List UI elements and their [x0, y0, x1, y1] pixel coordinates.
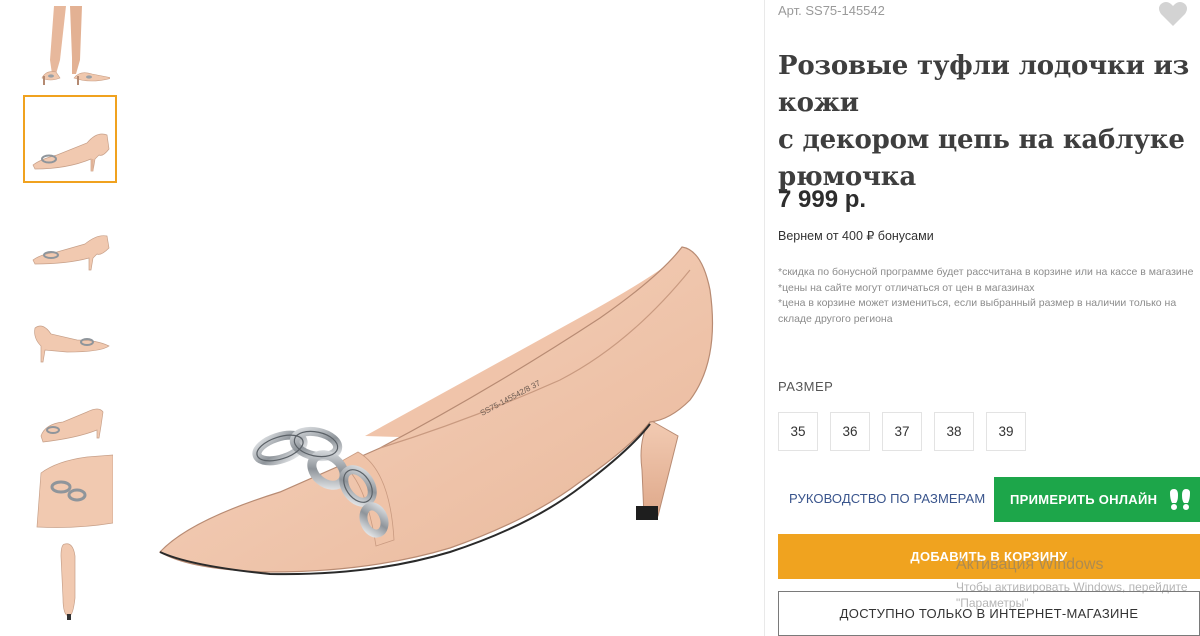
panel-divider	[764, 0, 765, 636]
thumbnail-4[interactable]	[24, 292, 116, 378]
add-to-cart-button[interactable]: ДОБАВИТЬ В КОРЗИНУ	[778, 534, 1200, 579]
size-option-39[interactable]: 39	[986, 412, 1026, 451]
size-selector: 35 36 37 38 39	[778, 412, 1026, 451]
price-notes: *скидка по бонусной программе будет расс…	[778, 265, 1194, 327]
try-online-button[interactable]: ПРИМЕРИТЬ ОНЛАЙН	[994, 477, 1200, 522]
heart-icon	[1159, 2, 1187, 26]
feet-icon	[1167, 488, 1193, 511]
thumbnail-6[interactable]	[24, 450, 116, 536]
product-info-panel: Арт. SS75-145542 Розовые туфли лодочки и…	[778, 0, 1200, 636]
price-note-2: *цены на сайте могут отличаться от цен в…	[778, 281, 1035, 294]
price-note-3: *цена в корзине может измениться, если в…	[778, 297, 1177, 325]
product-price: 7 999 р.	[778, 186, 867, 213]
favorite-button[interactable]	[1158, 0, 1192, 30]
size-option-37[interactable]: 37	[882, 412, 922, 451]
thumbnail-7[interactable]	[24, 538, 116, 624]
online-only-button[interactable]: ДОСТУПНО ТОЛЬКО В ИНТЕРНЕТ-МАГАЗИНЕ	[778, 591, 1200, 636]
product-title: Розовые туфли лодочки из кожи с декором …	[778, 48, 1198, 196]
size-option-36[interactable]: 36	[830, 412, 870, 451]
thumbnail-1[interactable]	[24, 0, 116, 86]
size-option-38[interactable]: 38	[934, 412, 974, 451]
thumbnail-gallery	[23, 0, 117, 636]
product-title-line-1: Розовые туфли лодочки из кожи	[778, 51, 1189, 118]
bonus-info: Вернем от 400 ₽ бонусами	[778, 229, 934, 243]
thumbnail-2[interactable]	[23, 95, 117, 183]
main-product-image[interactable]: SS75-145542/8 37	[130, 0, 760, 636]
thumbnail-3[interactable]	[24, 204, 116, 290]
product-title-line-2: с декором цепь на каблуке	[778, 125, 1185, 155]
price-note-1: *скидка по бонусной программе будет расс…	[778, 266, 1194, 278]
try-online-label: ПРИМЕРИТЬ ОНЛАЙН	[1010, 492, 1158, 507]
size-option-35[interactable]: 35	[778, 412, 818, 451]
size-guide-link[interactable]: РУКОВОДСТВО ПО РАЗМЕРАМ	[789, 491, 985, 506]
size-label: РАЗМЕР	[778, 379, 834, 394]
article-number: Арт. SS75-145542	[778, 3, 885, 18]
